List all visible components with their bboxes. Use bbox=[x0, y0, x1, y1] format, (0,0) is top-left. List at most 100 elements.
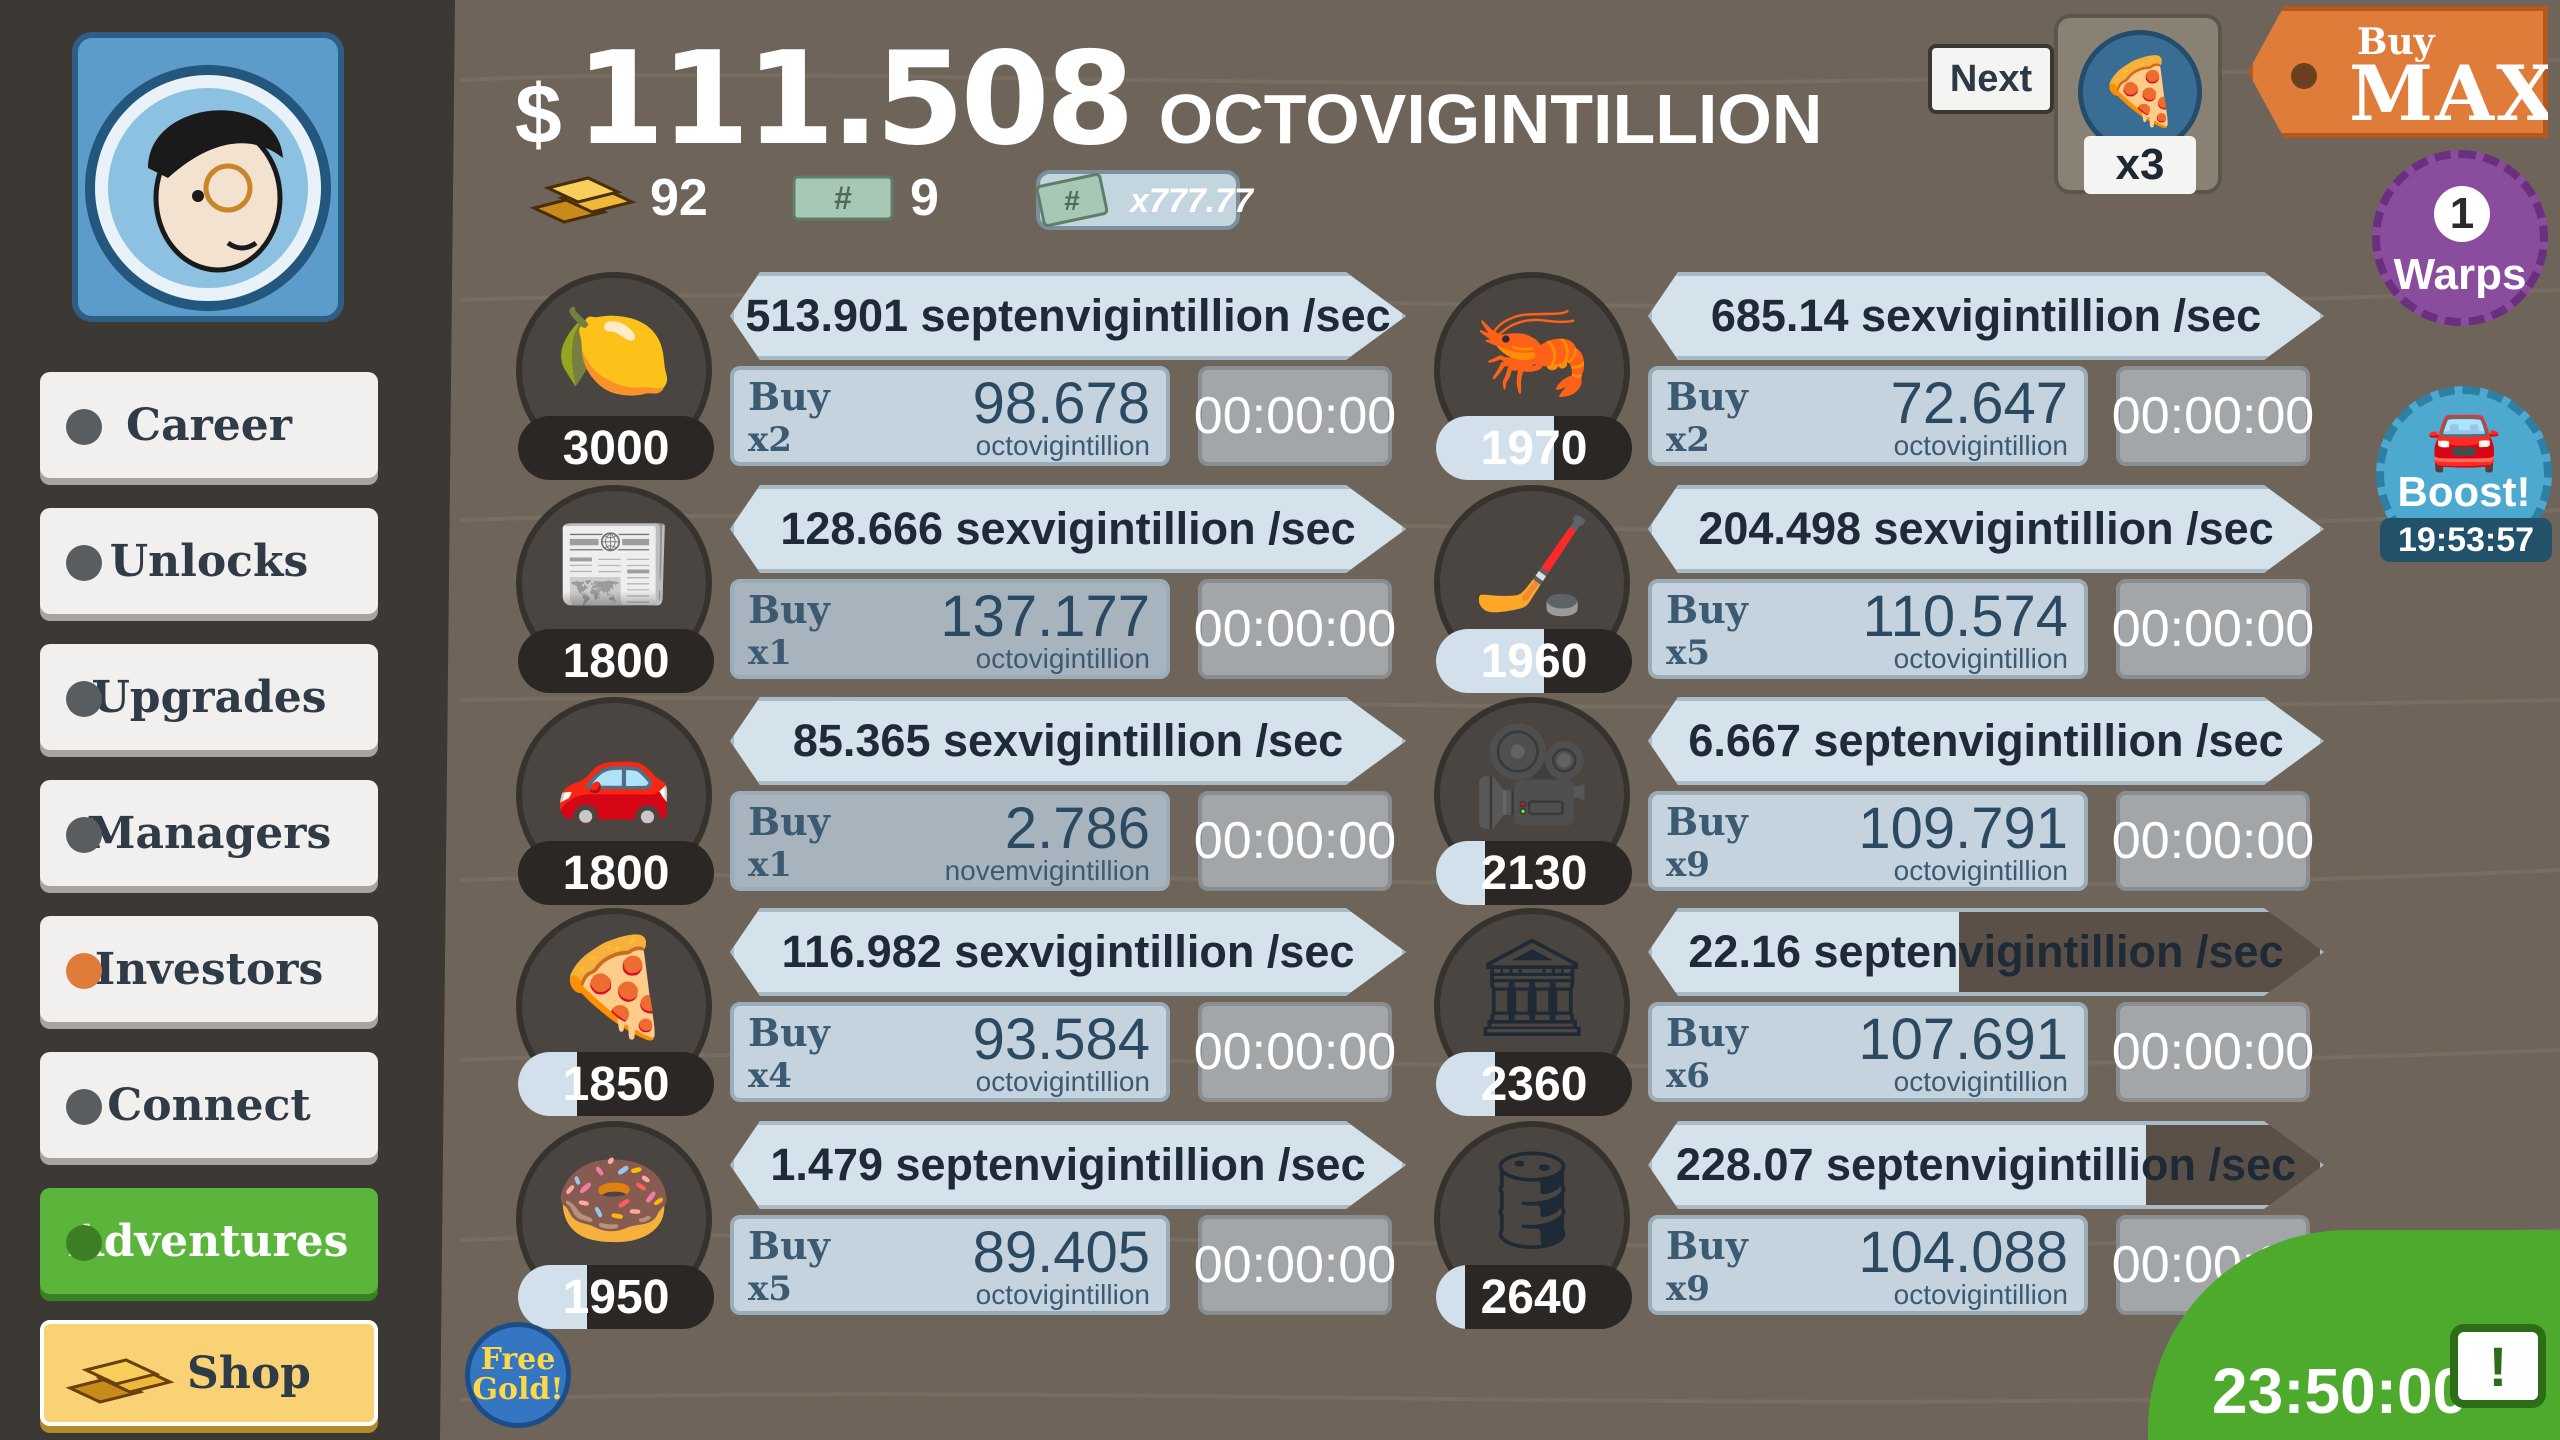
buy-multiplier: x9 bbox=[1666, 1269, 1710, 1309]
buy-max-button[interactable]: Buy MAX bbox=[2248, 6, 2548, 138]
sidebar-item-connect[interactable]: Connect bbox=[40, 1052, 378, 1158]
buy-price: 107.691 bbox=[1858, 1007, 2068, 1072]
buy-label: Buy bbox=[1666, 374, 1748, 419]
sidebar-item-career[interactable]: Career bbox=[40, 372, 378, 478]
business-revenue-bar[interactable]: 1.479 septenvigintillion /sec bbox=[730, 1121, 1406, 1209]
business-icon-button[interactable]: 📰 1800 bbox=[516, 485, 714, 693]
avatar[interactable] bbox=[72, 32, 344, 322]
buy-price: 93.584 bbox=[972, 1007, 1150, 1072]
buy-business-button[interactable]: Buy x6 107.691 octovigintillion bbox=[1648, 1002, 2088, 1102]
buy-price: 2.786 bbox=[1004, 796, 1150, 861]
buy-price-unit: octovigintillion bbox=[1893, 855, 2068, 886]
sidebar-item-investors[interactable]: Investors bbox=[40, 916, 378, 1022]
business-count: 1800 bbox=[518, 841, 714, 905]
free-gold-line1: Free bbox=[480, 1342, 556, 1377]
buy-business-button[interactable]: Buy x2 98.678 octovigintillion bbox=[730, 366, 1170, 466]
business-revenue-bar[interactable]: 685.14 sexvigintillion /sec bbox=[1648, 272, 2324, 360]
boost-label: Boost! bbox=[2397, 468, 2531, 515]
buy-multiplier: x6 bbox=[1666, 1056, 1710, 1096]
sidebar-item-label: Managers bbox=[86, 807, 332, 859]
business-icon-button[interactable]: 🏒 1960 bbox=[1434, 485, 1632, 693]
sidebar-item-upgrades[interactable]: Upgrades bbox=[40, 644, 378, 750]
business-icon-button[interactable]: 🏛 2360 bbox=[1434, 908, 1632, 1116]
business-revenue-bar[interactable]: 228.07 septenvigintillion /sec bbox=[1648, 1121, 2324, 1209]
buy-business-button[interactable]: Buy x1 2.786 novemvigintillion bbox=[730, 791, 1170, 891]
sidebar-item-label: Unlocks bbox=[109, 535, 309, 587]
status-dot-active bbox=[66, 953, 102, 989]
time-machine-car-icon: 🚘 bbox=[2426, 406, 2502, 473]
buy-business-button[interactable]: Buy x2 72.647 octovigintillion bbox=[1648, 366, 2088, 466]
profit-multiplier: x777.77 bbox=[1130, 182, 1253, 220]
buy-business-button[interactable]: Buy x5 110.574 octovigintillion bbox=[1648, 579, 2088, 679]
sidebar-item-label: Career bbox=[126, 399, 292, 451]
business-icon-button[interactable]: 🍩 1950 bbox=[516, 1121, 714, 1329]
buy-label: Buy bbox=[748, 1223, 830, 1268]
business-icon-button[interactable]: 🛢 2640 bbox=[1434, 1121, 1632, 1329]
warps-button[interactable]: 1 Warps bbox=[2372, 150, 2548, 326]
business-revenue-bar[interactable]: 128.666 sexvigintillion /sec bbox=[730, 485, 1406, 573]
buy-label: Buy bbox=[1666, 799, 1748, 844]
business-revenue-bar[interactable]: 22.16 septenvigintillion /sec bbox=[1648, 908, 2324, 996]
business-count-value: 1970 bbox=[1480, 421, 1588, 475]
business-revenue-bar[interactable]: 6.667 septenvigintillion /sec bbox=[1648, 697, 2324, 785]
megabucks-count: 9 bbox=[910, 169, 939, 227]
profit-multiplier-badge[interactable]: # x777.77 bbox=[1035, 170, 1253, 230]
status-dot bbox=[66, 1225, 102, 1261]
gold-count: 92 bbox=[650, 169, 708, 227]
business-count-value: 2360 bbox=[1480, 1057, 1588, 1111]
count-progress-fill bbox=[1436, 841, 1485, 905]
free-gold-button[interactable]: Free Gold! bbox=[465, 1322, 571, 1428]
buy-price-unit: octovigintillion bbox=[975, 430, 1150, 461]
buy-price: 137.177 bbox=[940, 584, 1150, 649]
sidebar-item-managers[interactable]: Managers bbox=[40, 780, 378, 886]
sidebar-item-shop[interactable]: Shop bbox=[40, 1320, 378, 1426]
pizza-icon: 🍕 bbox=[554, 934, 674, 1041]
business-icon-button[interactable]: 🎥 2130 bbox=[1434, 697, 1632, 905]
business-count: 1970 bbox=[1436, 416, 1632, 480]
sidebar-item-unlocks[interactable]: Unlocks bbox=[40, 508, 378, 614]
buy-multiplier: x1 bbox=[748, 845, 792, 885]
buy-price: 109.791 bbox=[1858, 796, 2068, 861]
warps-count: 1 bbox=[2434, 186, 2490, 242]
business-count-value: 1800 bbox=[562, 846, 670, 900]
buy-business-button[interactable]: Buy x9 104.088 octovigintillion bbox=[1648, 1215, 2088, 1315]
business-icon-button[interactable]: 🦐 1970 bbox=[1434, 272, 1632, 480]
business-revenue-rate: 685.14 sexvigintillion /sec bbox=[1710, 290, 2262, 341]
buy-business-button[interactable]: Buy x9 109.791 octovigintillion bbox=[1648, 791, 2088, 891]
business-timer: 00:00:00 bbox=[1194, 366, 1396, 466]
business-count-value: 3000 bbox=[562, 421, 670, 475]
gold-bars-icon bbox=[65, 1358, 175, 1404]
business-revenue-bar[interactable]: 116.982 sexvigintillion /sec bbox=[730, 908, 1406, 996]
business-revenue-rate: 85.365 sexvigintillion /sec bbox=[792, 715, 1344, 766]
gold-bars-icon bbox=[529, 176, 637, 224]
buy-multiplier: x1 bbox=[748, 633, 792, 673]
business-icon-button[interactable]: 🍋 3000 bbox=[516, 272, 714, 480]
business-icon-button[interactable]: 🚗 1800 bbox=[516, 697, 714, 905]
business-revenue-bar[interactable]: 204.498 sexvigintillion /sec bbox=[1648, 485, 2324, 573]
buy-label: Buy bbox=[1666, 1223, 1748, 1268]
next-unlock-panel[interactable]: 🍕 x3 bbox=[2054, 14, 2222, 194]
sidebar-item-label: Shop bbox=[187, 1347, 311, 1399]
business-revenue-rate: 513.901 septenvigintillion /sec bbox=[745, 290, 1391, 341]
buy-business-button[interactable]: Buy x5 89.405 octovigintillion bbox=[730, 1215, 1170, 1315]
sidebar-item-adventures[interactable]: Adventures bbox=[40, 1188, 378, 1294]
business-timer: 00:00:00 bbox=[2112, 366, 2314, 466]
next-button[interactable]: Next bbox=[1928, 44, 2054, 114]
boost-button[interactable]: 🚘 Boost! 19:53:57 bbox=[2376, 386, 2552, 562]
buy-business-button[interactable]: Buy x1 137.177 octovigintillion bbox=[730, 579, 1170, 679]
tv-timer: 23:50:00 bbox=[2212, 1355, 2469, 1427]
business-count: 3000 bbox=[518, 416, 714, 480]
status-dot bbox=[66, 817, 102, 853]
megabucks-stat: # 9 bbox=[792, 168, 939, 228]
business-icon-button[interactable]: 🍕 1850 bbox=[516, 908, 714, 1116]
tag-hole bbox=[2291, 63, 2317, 89]
currency-symbol: $ bbox=[515, 67, 562, 161]
business-count: 1800 bbox=[518, 629, 714, 693]
business-revenue-rate: 1.479 septenvigintillion /sec bbox=[770, 1139, 1366, 1190]
oil-rig-icon: 🛢 bbox=[1471, 1147, 1593, 1254]
business-revenue-bar[interactable]: 513.901 septenvigintillion /sec bbox=[730, 272, 1406, 360]
buy-multiplier: x2 bbox=[748, 420, 792, 460]
buy-business-button[interactable]: Buy x4 93.584 octovigintillion bbox=[730, 1002, 1170, 1102]
business-revenue-bar[interactable]: 85.365 sexvigintillion /sec bbox=[730, 697, 1406, 785]
business-timer: 00:00:00 bbox=[1194, 791, 1396, 891]
